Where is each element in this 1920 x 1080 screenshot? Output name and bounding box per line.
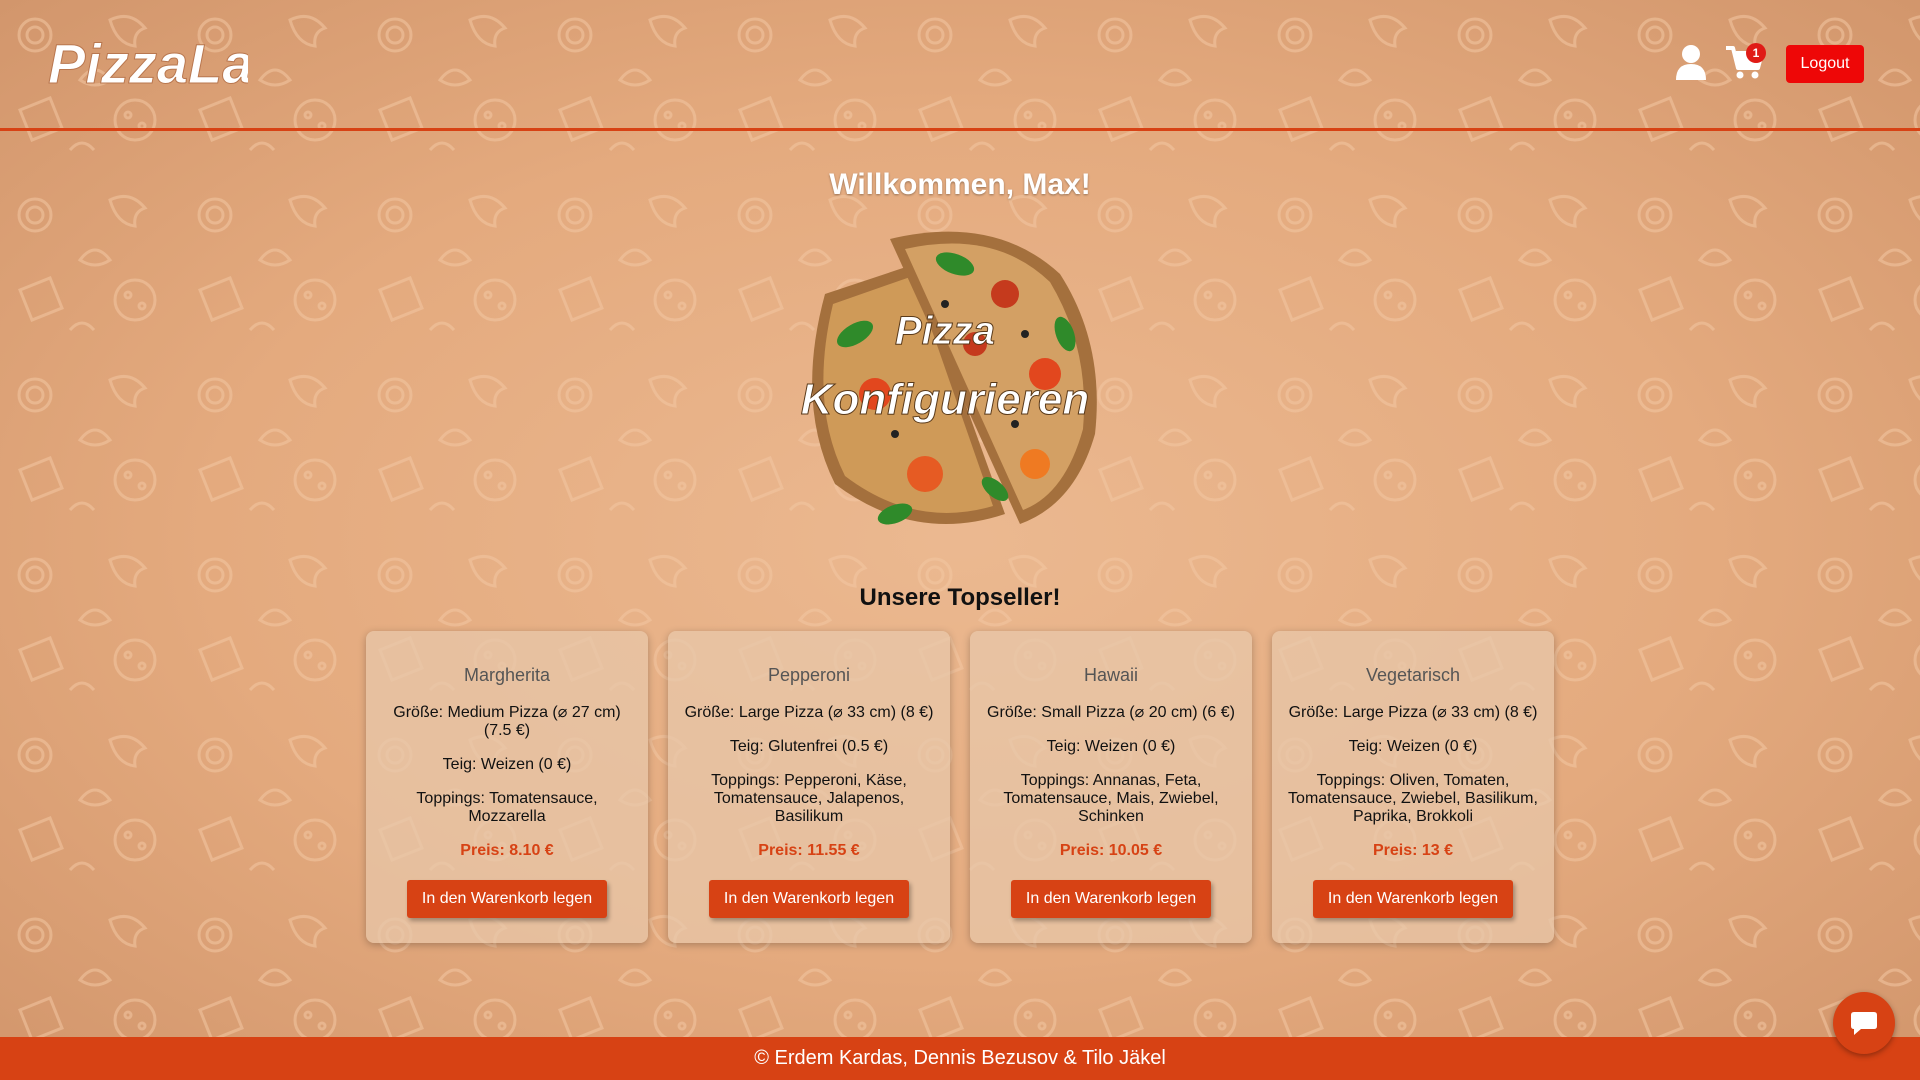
product-name: Hawaii bbox=[1083, 665, 1139, 685]
cart-count-badge: 1 bbox=[1746, 43, 1766, 63]
add-to-cart-button[interactable]: In den Warenkorb legen bbox=[407, 880, 607, 918]
product-toppings: Toppings: Annanas, Feta, Tomatensauce, M… bbox=[1003, 772, 1219, 825]
product-size: Größe: Large Pizza (⌀ 33 cm) (8 €) bbox=[684, 704, 934, 721]
pizzalab-logo[interactable]: PizzaLab bbox=[48, 28, 248, 98]
product-size: Größe: Large Pizza (⌀ 33 cm) (8 €) bbox=[1288, 704, 1538, 721]
product-dough: Teig: Glutenfrei (0.5 €) bbox=[729, 738, 889, 755]
chat-button[interactable] bbox=[1833, 992, 1895, 1054]
top-navbar: PizzaLab 1 Logout bbox=[0, 0, 1920, 131]
product-toppings: Toppings: Oliven, Tomaten, Tomatensauce,… bbox=[1288, 772, 1538, 825]
product-name: Vegetarisch bbox=[1365, 665, 1461, 685]
product-name: Margherita bbox=[463, 665, 551, 685]
topseller-list: Margherita Größe: Medium Pizza (⌀ 27 cm)… bbox=[366, 631, 1554, 943]
product-size: Größe: Small Pizza (⌀ 20 cm) (6 €) bbox=[987, 704, 1235, 721]
add-to-cart-button[interactable]: In den Warenkorb legen bbox=[1313, 880, 1513, 918]
svg-text:PizzaLab: PizzaLab bbox=[48, 32, 248, 95]
configurator-line1: Pizza bbox=[895, 309, 995, 353]
user-icon[interactable] bbox=[1674, 44, 1708, 80]
product-name: Pepperoni bbox=[767, 665, 851, 685]
topseller-heading: Unsere Topseller! bbox=[859, 584, 1061, 611]
add-to-cart-button[interactable]: In den Warenkorb legen bbox=[1011, 880, 1211, 918]
welcome-heading: Willkommen, Max! bbox=[829, 168, 1091, 201]
product-dough: Teig: Weizen (0 €) bbox=[1046, 738, 1176, 755]
product-card-vegetarisch: Vegetarisch Größe: Large Pizza (⌀ 33 cm)… bbox=[1272, 631, 1554, 943]
product-card-margherita: Margherita Größe: Medium Pizza (⌀ 27 cm)… bbox=[366, 631, 648, 943]
product-price: Preis: 11.55 € bbox=[758, 842, 860, 859]
pizza-configurator-button[interactable]: Pizza Konfigurieren bbox=[795, 224, 1100, 540]
configurator-line2: Konfigurieren bbox=[801, 375, 1089, 424]
chat-bubble-icon bbox=[1851, 1012, 1877, 1035]
product-price: Preis: 8.10 € bbox=[460, 842, 554, 859]
logout-button[interactable]: Logout bbox=[1786, 45, 1864, 83]
product-toppings: Toppings: Pepperoni, Käse, Tomatensauce,… bbox=[711, 772, 907, 825]
product-size: Größe: Medium Pizza (⌀ 27 cm) (7.5 €) bbox=[393, 704, 621, 739]
product-dough: Teig: Weizen (0 €) bbox=[442, 756, 572, 773]
product-dough: Teig: Weizen (0 €) bbox=[1348, 738, 1478, 755]
product-price: Preis: 10.05 € bbox=[1059, 842, 1163, 859]
product-toppings: Toppings: Tomatensauce, Mozzarella bbox=[416, 790, 598, 825]
product-price: Preis: 13 € bbox=[1372, 842, 1454, 859]
product-card-pepperoni: Pepperoni Größe: Large Pizza (⌀ 33 cm) (… bbox=[668, 631, 950, 943]
footer-credits: © Erdem Kardas, Dennis Bezusov & Tilo Jä… bbox=[0, 1037, 1920, 1080]
product-card-hawaii: Hawaii Größe: Small Pizza (⌀ 20 cm) (6 €… bbox=[970, 631, 1252, 943]
add-to-cart-button[interactable]: In den Warenkorb legen bbox=[709, 880, 909, 918]
